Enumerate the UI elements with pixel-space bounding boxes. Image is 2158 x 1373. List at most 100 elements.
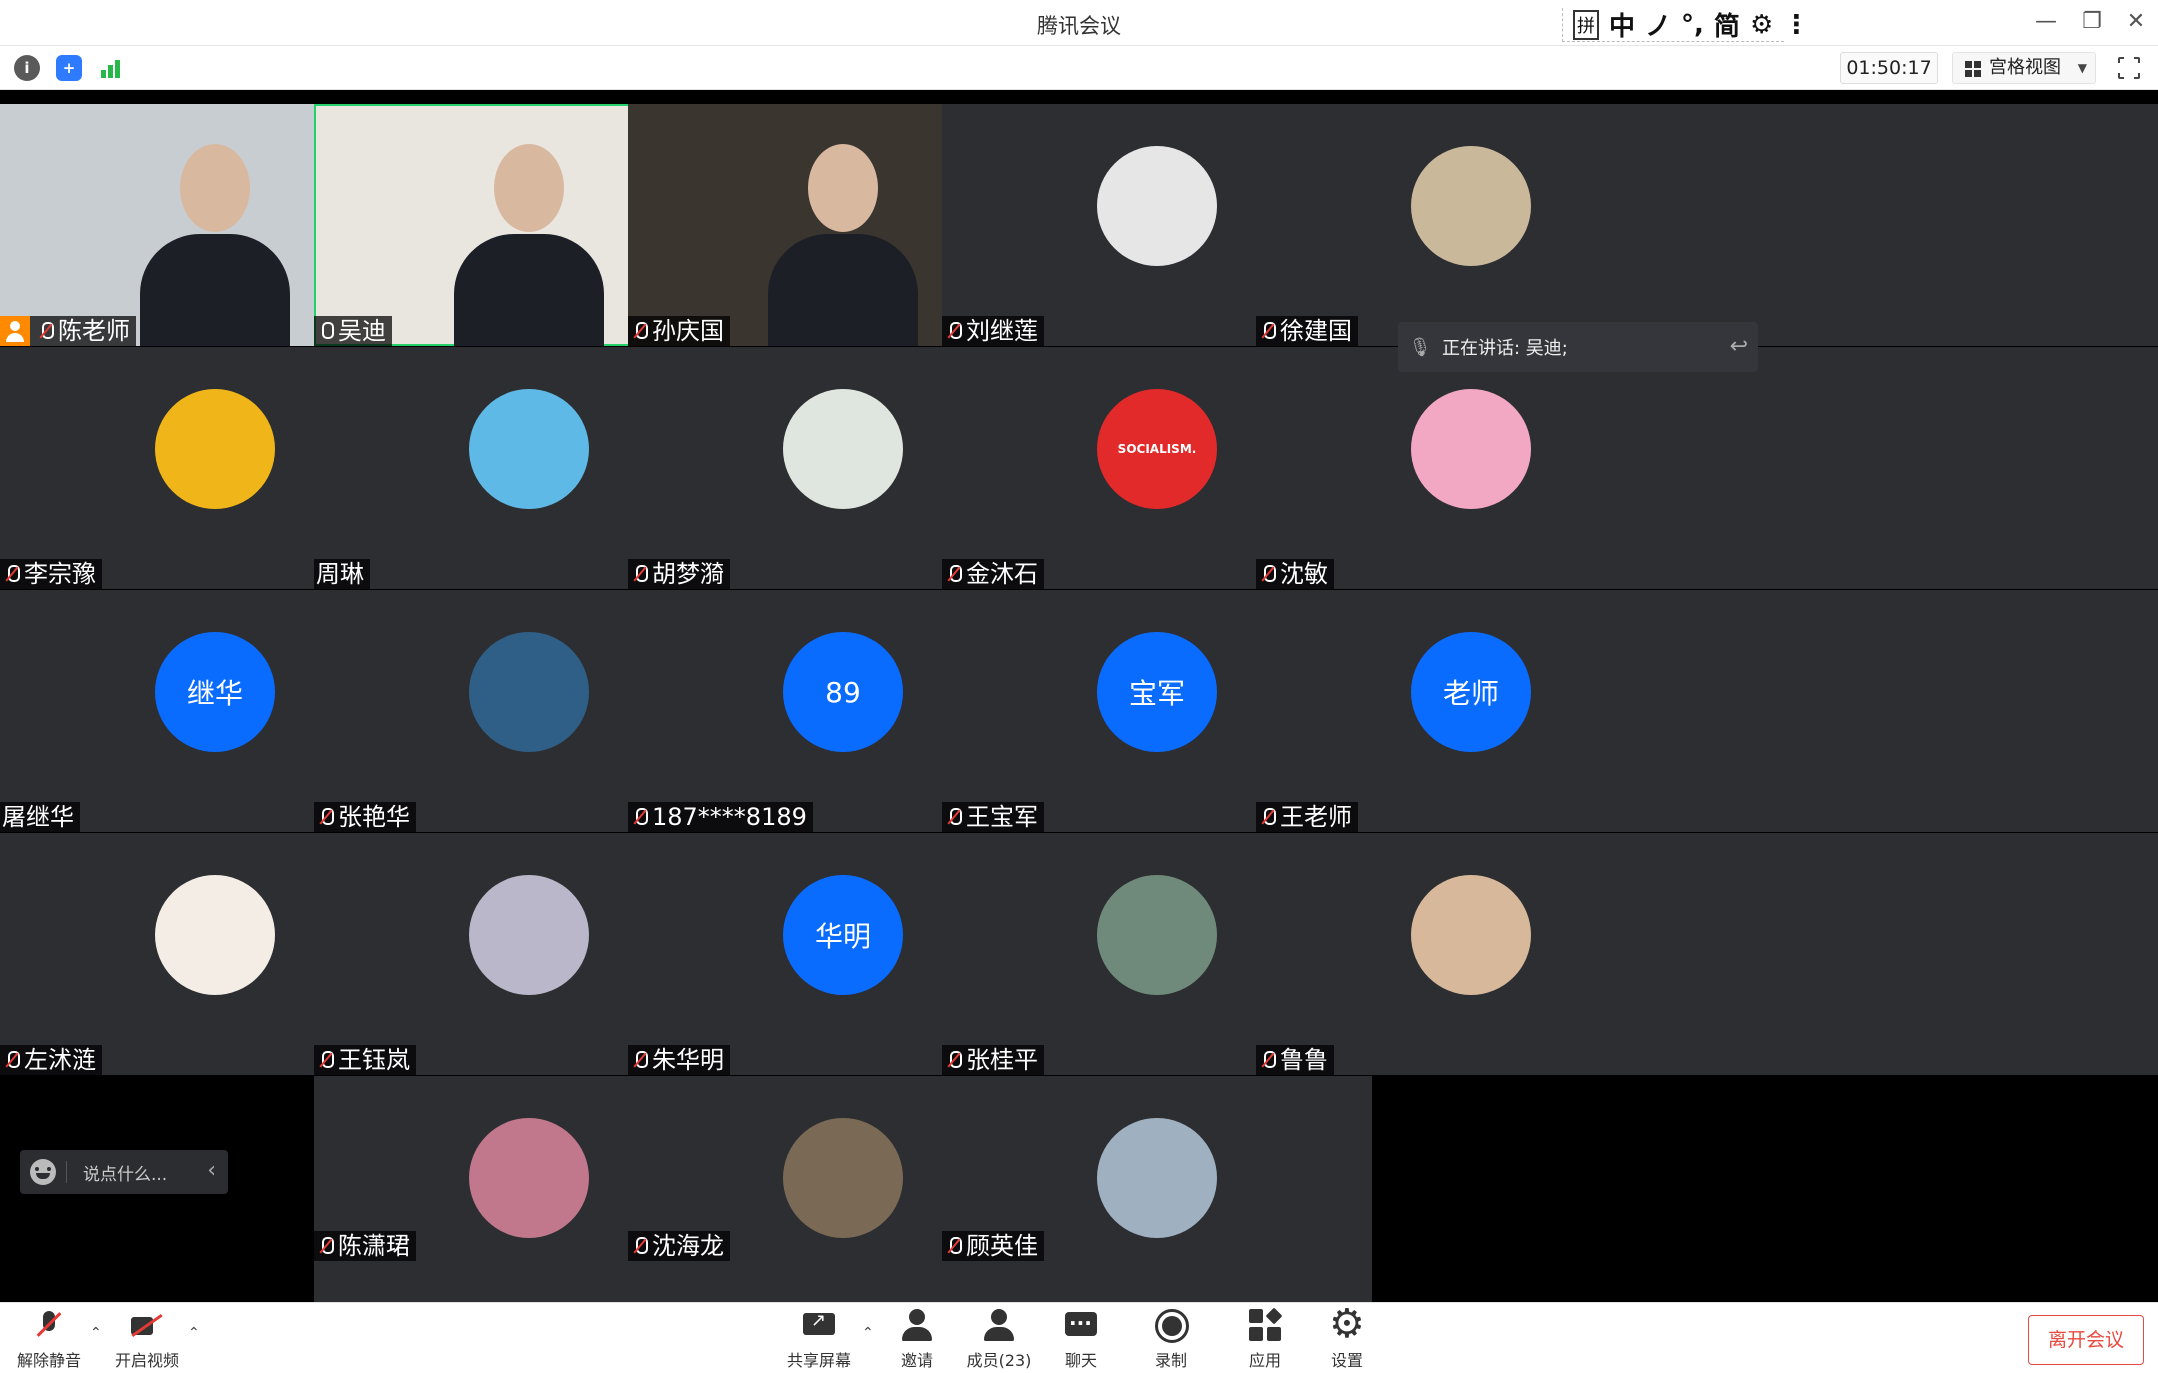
fullscreen-icon[interactable]	[2117, 56, 2141, 80]
mic-muted-icon	[1258, 806, 1278, 828]
invite-label: 邀请	[900, 1351, 933, 1370]
ime-pinyin[interactable]: 拼	[1573, 9, 1599, 40]
reply-icon[interactable]: ↩	[1730, 334, 1748, 359]
apps-icon	[1247, 1307, 1283, 1343]
mic-muted-icon	[2, 563, 22, 585]
participant-avatar: 老师	[1411, 632, 1531, 752]
participant-nametag: 吴迪	[314, 316, 392, 346]
invite-button[interactable]: 邀请	[872, 1309, 962, 1371]
participant-avatar	[783, 389, 903, 509]
participant-name: 胡梦漪	[652, 560, 724, 588]
settings-button[interactable]: 设置	[1302, 1301, 1392, 1371]
participant-tile[interactable]: 顾英佳	[942, 1076, 1372, 1302]
collapse-icon[interactable]: ‹	[207, 1158, 216, 1183]
participant-nametag: 鲁鲁	[1256, 1045, 1334, 1075]
shield-icon[interactable]: +	[56, 55, 82, 81]
participant-tile[interactable]: 沈敏	[1256, 347, 2158, 589]
participant-nametag: 沈敏	[1256, 559, 1334, 589]
chat-label: 聊天	[1064, 1351, 1097, 1370]
participant-name: 金沐石	[966, 560, 1038, 588]
mic-muted-icon	[630, 1049, 650, 1071]
video-options-caret[interactable]: ⌃	[188, 1325, 200, 1341]
members-label: 成员(23)	[966, 1351, 1032, 1370]
mic-muted-icon	[31, 1309, 67, 1343]
ime-toolbar[interactable]: 拼 中 ノ °, 简 ⚙ ⋮	[1562, 6, 1809, 43]
mic-muted-icon	[316, 806, 336, 828]
ime-chinese[interactable]: 中	[1609, 6, 1635, 43]
signal-icon[interactable]	[98, 55, 124, 81]
participant-name: 孙庆国	[652, 317, 724, 345]
chat-button[interactable]: 聊天	[1036, 1309, 1126, 1371]
mic-muted-icon	[1258, 1049, 1278, 1071]
divider	[66, 1161, 67, 1183]
mic-muted-icon	[944, 320, 964, 342]
info-icon[interactable]: i	[14, 55, 40, 81]
grid-view-icon	[1965, 61, 1981, 77]
participant-nametag: 张艳华	[314, 802, 416, 832]
participant-nametag: 徐建国	[1256, 316, 1358, 346]
participant-name: 王老师	[1280, 803, 1352, 831]
ime-moon[interactable]: ノ	[1645, 6, 1671, 43]
participant-name: 屠继华	[2, 803, 74, 831]
participant-nametag: 沈海龙	[628, 1231, 730, 1261]
mic-icon	[316, 320, 336, 342]
apps-button[interactable]: 应用	[1220, 1307, 1310, 1371]
restore-icon[interactable]: ❐	[2072, 6, 2112, 38]
mic-muted-icon	[630, 320, 650, 342]
participant-nametag: 胡梦漪	[628, 559, 730, 589]
mic-muted-icon	[630, 563, 650, 585]
mic-muted-icon	[2, 1049, 22, 1071]
mic-muted-icon	[630, 806, 650, 828]
video-grid: 陈老师 吴迪 孙庆国 刘继莲 徐建国 李宗豫 周琳 胡梦漪 SOCIALISM. 金沐石 沈敏 继华屠…	[0, 104, 2158, 1302]
participant-tile[interactable]: 徐建国	[1256, 104, 2158, 346]
participant-name: 陈老师	[58, 317, 130, 345]
ime-more[interactable]: ⋮	[1783, 10, 1809, 40]
gear-icon	[1329, 1301, 1365, 1347]
emoji-icon[interactable]	[30, 1159, 56, 1185]
close-icon[interactable]: ✕	[2116, 6, 2156, 38]
participant-name: 陈潇珺	[338, 1232, 410, 1260]
unmute-label: 解除静音	[16, 1351, 81, 1370]
participant-nametag: 顾英佳	[942, 1231, 1044, 1261]
participant-name: 徐建国	[1280, 317, 1352, 345]
video-feed	[768, 144, 918, 346]
participant-name: 朱华明	[652, 1046, 724, 1074]
leave-meeting-button[interactable]: 离开会议	[2028, 1315, 2144, 1365]
apps-label: 应用	[1248, 1351, 1281, 1370]
participant-name: 沈海龙	[652, 1232, 724, 1260]
mic-muted-icon	[316, 1049, 336, 1071]
members-button[interactable]: 成员(23)	[954, 1309, 1044, 1371]
mic-muted-icon	[36, 320, 56, 342]
minimize-icon[interactable]: —	[2026, 6, 2066, 38]
title-bar: 腾讯会议 拼 中 ノ °, 简 ⚙ ⋮ — ❐ ✕	[0, 0, 2158, 46]
mic-muted-icon	[316, 1235, 336, 1257]
participant-avatar	[155, 389, 275, 509]
participant-avatar	[1411, 875, 1531, 995]
participant-name: 周琳	[316, 560, 364, 588]
audio-options-caret[interactable]: ⌃	[90, 1325, 102, 1341]
participant-nametag: 屠继华	[0, 802, 80, 832]
ime-simplified[interactable]: 简	[1714, 6, 1740, 43]
ime-settings[interactable]: ⚙	[1750, 10, 1773, 40]
view-mode-label: 宫格视图	[1989, 57, 2061, 78]
participant-nametag: 陈老师	[0, 316, 136, 346]
mic-muted-icon	[1258, 320, 1278, 342]
chat-input[interactable]: 说点什么... ‹	[20, 1150, 228, 1194]
unmute-button[interactable]: 解除静音	[4, 1309, 94, 1371]
participant-avatar	[1411, 146, 1531, 266]
participant-avatar	[469, 875, 589, 995]
share-screen-icon	[801, 1309, 837, 1343]
participant-tile[interactable]: 鲁鲁	[1256, 833, 2158, 1075]
participant-tile[interactable]: 老师王老师	[1256, 590, 2158, 832]
participant-avatar	[469, 1118, 589, 1238]
participant-avatar	[469, 389, 589, 509]
participant-avatar: 宝军	[1097, 632, 1217, 752]
share-screen-button[interactable]: 共享屏幕	[774, 1309, 864, 1371]
record-button[interactable]: 录制	[1126, 1309, 1216, 1371]
participant-avatar: 华明	[783, 875, 903, 995]
participant-name: 顾英佳	[966, 1232, 1038, 1260]
start-video-button[interactable]: 开启视频	[102, 1309, 192, 1371]
ime-punct[interactable]: °,	[1681, 10, 1704, 40]
view-mode-button[interactable]: 宫格视图 ▼	[1952, 52, 2096, 84]
participant-name: 吴迪	[338, 317, 386, 345]
